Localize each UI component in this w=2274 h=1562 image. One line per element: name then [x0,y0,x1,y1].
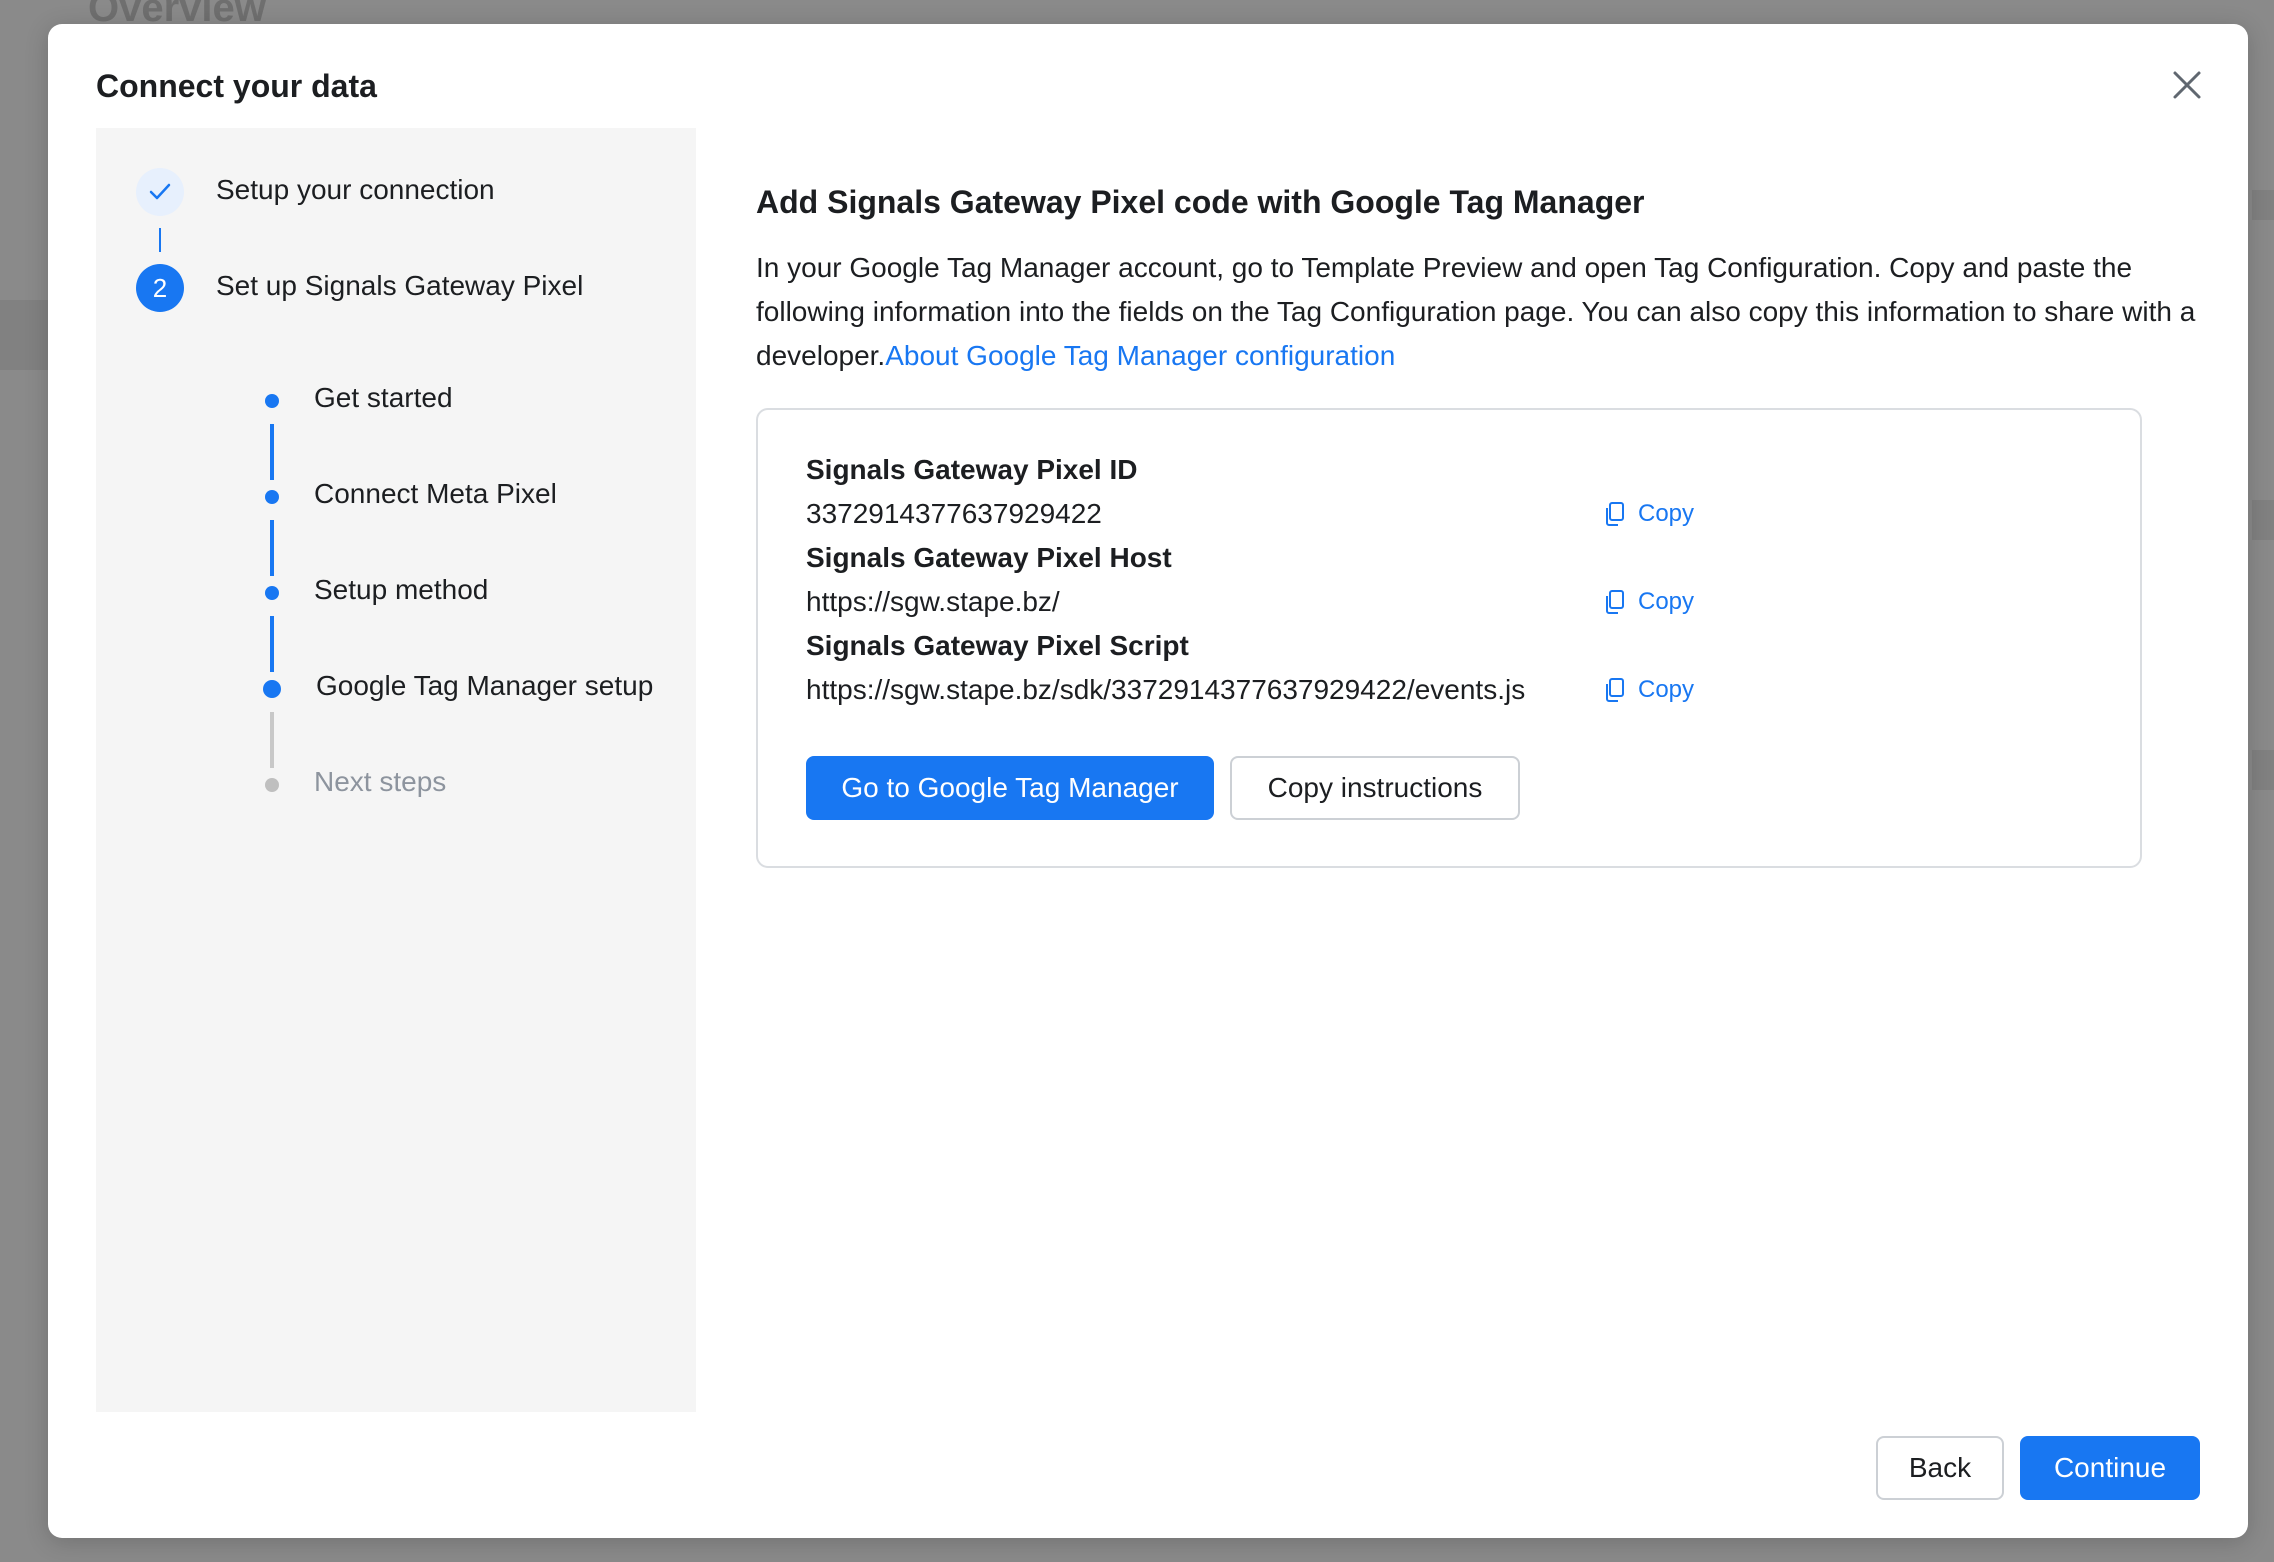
copy-icon [1606,678,1624,702]
content-heading: Add Signals Gateway Pixel code with Goog… [756,184,1645,220]
go-to-gtm-button[interactable]: Go to Google Tag Manager [806,756,1214,820]
stepper-panel: Setup your connection 2 Set up Signals G… [96,128,696,1412]
connect-data-modal: Connect your data Setup your connection … [48,24,2248,1538]
substep-dot-inactive [265,778,279,792]
content-description: In your Google Tag Manager account, go t… [756,246,2196,378]
background-strip [2252,750,2274,790]
back-button[interactable]: Back [1876,1436,2004,1500]
step-complete-badge [136,168,184,216]
step-connector [159,228,161,252]
background-strip [2252,500,2274,540]
close-icon[interactable] [2166,64,2208,106]
pixel-id-value: 3372914377637929422 [806,498,1102,529]
substep-setup-method[interactable]: Setup method [314,574,488,606]
background-strip [0,300,48,370]
copy-instructions-button[interactable]: Copy instructions [1230,756,1520,820]
substep-next-steps: Next steps [314,766,447,797]
substep-dot [265,490,279,504]
pixel-host-label: Signals Gateway Pixel Host [806,542,1172,573]
copy-pixel-host-button[interactable]: Copy [1604,588,1694,616]
substep-connector [270,616,274,672]
copy-label: Copy [1638,588,1695,615]
pixel-script-value: https://sgw.stape.bz/sdk/337291437763792… [806,674,1526,705]
copy-icon [1606,502,1624,526]
step-signals-gateway-pixel[interactable]: Set up Signals Gateway Pixel [216,270,583,302]
pixel-info-card: Signals Gateway Pixel ID 337291437763792… [756,408,2142,868]
copy-pixel-id-button[interactable]: Copy [1604,500,1694,528]
pixel-id-label: Signals Gateway Pixel ID [806,454,1138,485]
copy-pixel-script-button[interactable]: Copy [1604,676,1694,704]
substep-connect-meta-pixel[interactable]: Connect Meta Pixel [314,478,557,510]
pixel-host-value: https://sgw.stape.bz/ [806,586,1060,617]
step-setup-connection[interactable]: Setup your connection [216,174,495,206]
substep-dot [265,586,279,600]
background-strip [2252,190,2274,220]
substep-dot [265,394,279,408]
pixel-script-label: Signals Gateway Pixel Script [806,630,1189,661]
help-link[interactable]: About Google Tag Manager configuration [885,340,1395,371]
copy-icon [1606,590,1624,614]
modal-title: Connect your data [96,68,377,104]
copy-label: Copy [1638,500,1695,527]
close-button[interactable] [2166,64,2208,106]
substep-connector [270,520,274,576]
copy-label: Copy [1638,676,1695,703]
substep-get-started[interactable]: Get started [314,382,453,414]
step-number-badge: 2 [136,264,184,312]
substep-gtm-setup[interactable]: Google Tag Manager setup [316,670,653,702]
continue-button[interactable]: Continue [2020,1436,2200,1500]
substep-dot-active [263,680,281,698]
substep-connector [270,424,274,480]
substep-connector [270,712,274,768]
checkmark-icon [149,183,171,200]
